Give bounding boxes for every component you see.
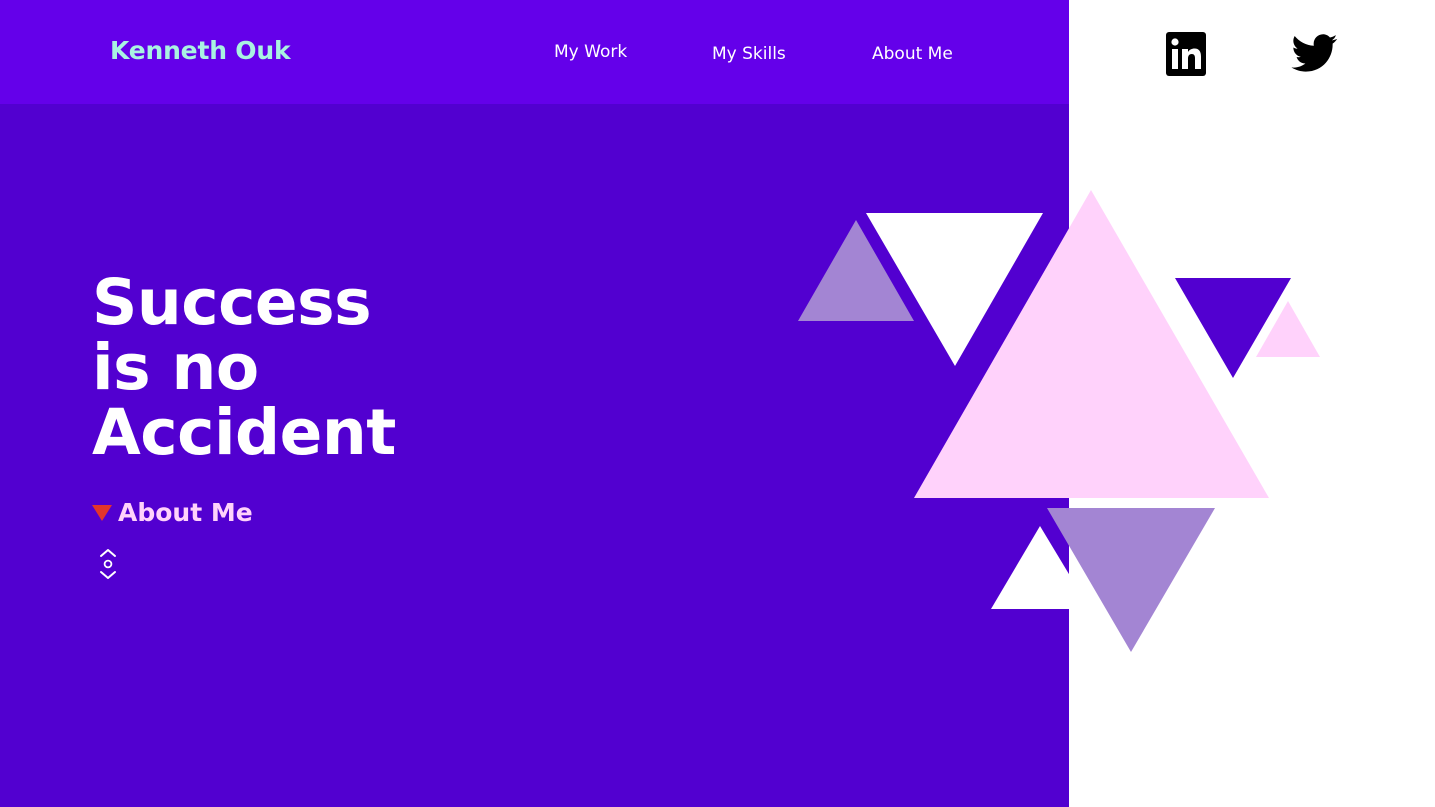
headline-line-1: Success [92, 266, 372, 339]
headline-line-2: is no [92, 331, 259, 404]
scroll-indicator-icon[interactable] [98, 547, 118, 581]
linkedin-link[interactable] [1166, 32, 1206, 80]
red-triangle-down-icon [92, 504, 112, 521]
twitter-link[interactable] [1291, 30, 1339, 80]
about-me-cta-label: About Me [118, 498, 253, 527]
about-me-cta[interactable]: About Me [92, 498, 253, 527]
twitter-icon [1291, 34, 1338, 72]
headline-line-3: Accident [92, 396, 396, 469]
hero-headline: Success is no Accident [92, 270, 396, 465]
linkedin-icon [1166, 32, 1206, 76]
